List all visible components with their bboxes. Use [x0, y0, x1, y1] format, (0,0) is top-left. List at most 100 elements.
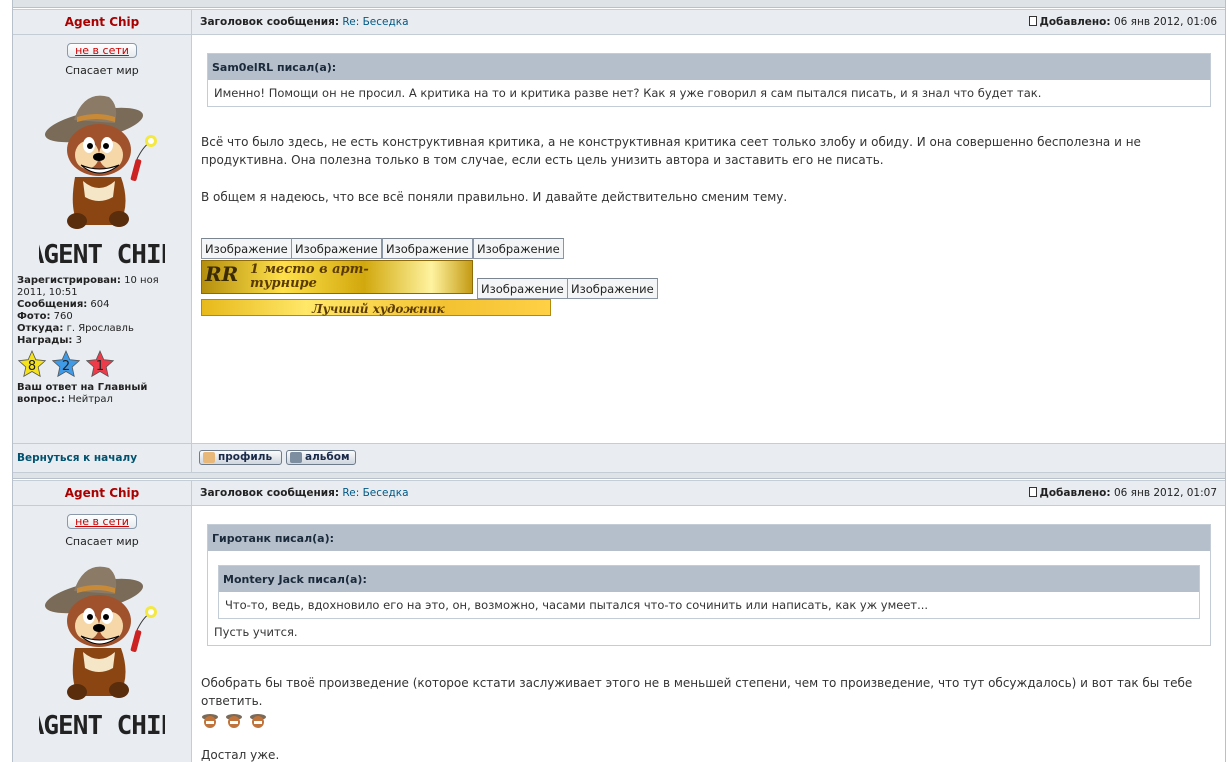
user-rank: Спасает мир: [65, 535, 139, 548]
registered-label: Зарегистрирован:: [17, 275, 121, 286]
author-name[interactable]: Agent Chip: [13, 481, 191, 500]
offline-status-button[interactable]: не в сети: [67, 43, 137, 58]
image-placeholder-6[interactable]: Изображение: [567, 278, 658, 299]
award-stars-svg: 8 2 1: [17, 350, 115, 378]
back-cell: Вернуться к началу: [13, 444, 192, 473]
profile-column: не в сети Спасает мир: [13, 35, 192, 443]
award-star-number: 8: [28, 359, 36, 374]
user-rank: Спасает мир: [65, 64, 139, 77]
photos-label: Фото:: [17, 311, 51, 322]
subject-cell: Заголовок сообщения: Re: Беседка Добавле…: [192, 481, 1225, 506]
outer-quote-text: Пусть учится.: [214, 625, 298, 639]
post-header: Agent Chip Заголовок сообщения: Re: Бесе…: [13, 9, 1225, 35]
post-document-icon[interactable]: [1029, 16, 1038, 26]
subject-label: Заголовок сообщения:: [200, 487, 340, 499]
message-body: Sam0elRL писал(а): Именно! Помощи он не …: [192, 53, 1225, 338]
post-footer: Вернуться к началу профиль альбом: [13, 443, 1225, 473]
post-date: Добавлено: 06 янв 2012, 01:07: [1029, 487, 1217, 499]
quote-text: Именно! Помощи он не просил. А критика н…: [214, 86, 1042, 100]
user-info: Зарегистрирован: 10 ноя 2011, 10:51 Сооб…: [13, 275, 191, 406]
chipmunk-avatar-image: AGENT CHIP: [29, 566, 177, 741]
message-paragraph-1: Всё что было здесь, не есть конструктивн…: [201, 135, 1141, 167]
inner-quote-author: Montery Jack писал(а):: [219, 566, 1199, 592]
awards-label: Награды:: [17, 335, 73, 346]
added-label: Добавлено:: [1039, 16, 1111, 28]
post-document-icon[interactable]: [1029, 487, 1038, 497]
added-date: 06 янв 2012, 01:06: [1113, 16, 1217, 28]
back-to-top-link[interactable]: Вернуться к началу: [13, 444, 191, 472]
forum-post: Agent Chip Заголовок сообщения: Re: Бесе…: [13, 480, 1225, 762]
author-name[interactable]: Agent Chip: [13, 10, 191, 29]
offline-status-button[interactable]: не в сети: [67, 514, 137, 529]
profile-button[interactable]: профиль: [199, 450, 282, 465]
image-placeholder-4[interactable]: Изображение: [473, 238, 564, 259]
post-body-row: не в сети Спасает мир: [13, 506, 1225, 762]
awards-value: 3: [75, 335, 82, 346]
award-star-icon[interactable]: 8: [17, 350, 47, 378]
message-paragraph-1: Обобрать бы твоё произведение (которое к…: [201, 676, 1193, 708]
award-star-number: 2: [62, 359, 70, 374]
subject-label: Заголовок сообщения:: [200, 16, 340, 28]
table-top-bar: [13, 0, 1225, 8]
subject-link[interactable]: Re: Беседка: [342, 16, 408, 28]
image-placeholder-3[interactable]: Изображение: [382, 238, 473, 259]
answer-value: Нейтрал: [68, 394, 113, 405]
post-content: Sam0elRL писал(а): Именно! Помощи он не …: [192, 35, 1225, 443]
signature-images: Изображение Изображение Изображение Изоб…: [201, 238, 1216, 338]
award-star-icon[interactable]: 1: [85, 350, 115, 378]
inner-quote-block: Montery Jack писал(а): Что-то, ведь, вдо…: [218, 565, 1200, 619]
outer-quote-author: Гиротанк писал(а):: [208, 525, 1210, 551]
banner-text: 1 место в арт-турнире: [250, 262, 369, 291]
post-buttons: профиль альбом: [192, 444, 1225, 473]
messages-label: Сообщения:: [17, 299, 88, 310]
tournament-banner[interactable]: RR 1 место в арт-турнире: [201, 260, 473, 294]
best-artist-banner[interactable]: Лучший художник: [201, 299, 551, 316]
smiley-row: [201, 710, 1216, 732]
image-placeholder-5[interactable]: Изображение: [477, 278, 568, 299]
image-placeholder-1[interactable]: Изображение: [201, 238, 292, 259]
post-separator: [13, 473, 1225, 479]
award-star-number: 1: [96, 359, 104, 374]
award-stars: 8 2 1: [17, 350, 187, 380]
chipmunk-smiley-icon: [226, 714, 242, 728]
forum-topic-table: Agent Chip Заголовок сообщения: Re: Бесе…: [12, 0, 1226, 762]
avatar-text: AGENT CHIP: [39, 240, 165, 270]
chipmunk-smiley-icon: [250, 714, 266, 728]
profile-icon: [203, 452, 215, 463]
outer-quote-block: Гиротанк писал(а): Montery Jack писал(а)…: [207, 524, 1211, 646]
profile-column: не в сети Спасает мир: [13, 506, 192, 762]
avatar: AGENT CHIP: [29, 85, 177, 275]
added-date: 06 янв 2012, 01:07: [1113, 487, 1217, 499]
image-placeholder-2[interactable]: Изображение: [291, 238, 382, 259]
chipmunk-smiley-icons: [202, 714, 266, 728]
quote-block: Sam0elRL писал(а): Именно! Помощи он не …: [207, 53, 1211, 107]
post-date: Добавлено: 06 янв 2012, 01:06: [1029, 16, 1217, 28]
from-label: Откуда:: [17, 323, 64, 334]
avatar: AGENT CHIP: [29, 556, 177, 746]
post-content: Гиротанк писал(а): Montery Jack писал(а)…: [192, 506, 1225, 762]
profile-button-label: профиль: [218, 451, 273, 463]
album-icon: [290, 452, 302, 463]
award-star-icon[interactable]: 2: [51, 350, 81, 378]
message-body: Гиротанк писал(а): Montery Jack писал(а)…: [192, 524, 1225, 762]
added-label: Добавлено:: [1039, 487, 1111, 499]
best-artist-text: Лучший художник: [312, 302, 445, 316]
subject-cell: Заголовок сообщения: Re: Беседка Добавле…: [192, 10, 1225, 35]
author-cell: Agent Chip: [13, 481, 192, 506]
chipmunk-avatar-image: AGENT CHIP: [29, 95, 177, 270]
post-header: Agent Chip Заголовок сообщения: Re: Бесе…: [13, 480, 1225, 506]
quote-author: Sam0elRL писал(а):: [208, 54, 1210, 80]
forum-post: Agent Chip Заголовок сообщения: Re: Бесе…: [13, 9, 1225, 473]
chipmunk-smiley-icon: [202, 714, 218, 728]
message-paragraph-2: В общем я надеюсь, что все всё поняли пр…: [201, 190, 788, 204]
album-button-label: альбом: [305, 451, 350, 463]
banner-logo: RR: [205, 262, 239, 286]
subject-link[interactable]: Re: Беседка: [342, 487, 408, 499]
album-button[interactable]: альбом: [286, 450, 356, 465]
nested-quote-wrapper: Montery Jack писал(а): Что-то, ведь, вдо…: [208, 551, 1210, 619]
photos-value: 760: [53, 311, 73, 322]
messages-value: 604: [90, 299, 110, 310]
message-paragraph-2: Достал уже.: [201, 748, 280, 762]
avatar-text: AGENT CHIP: [39, 711, 165, 741]
inner-quote-text: Что-то, ведь, вдохновило его на это, он,…: [225, 598, 929, 612]
